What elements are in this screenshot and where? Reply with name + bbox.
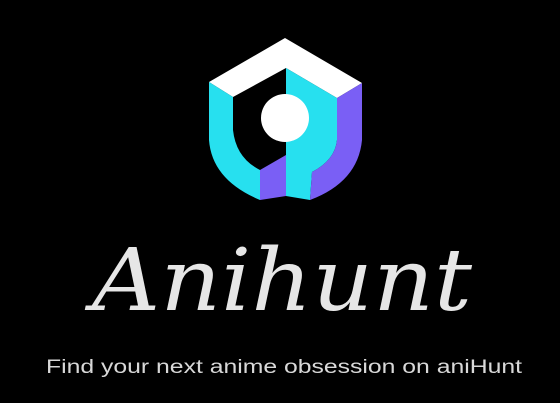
tagline: Find your next anime obsession on aniHun… xyxy=(46,357,523,378)
brand-wordmark: Anihunt xyxy=(84,231,472,331)
shield-cube-logo-icon xyxy=(209,38,362,200)
splash-screen: Anihunt Find your next anime obsession o… xyxy=(46,38,523,378)
